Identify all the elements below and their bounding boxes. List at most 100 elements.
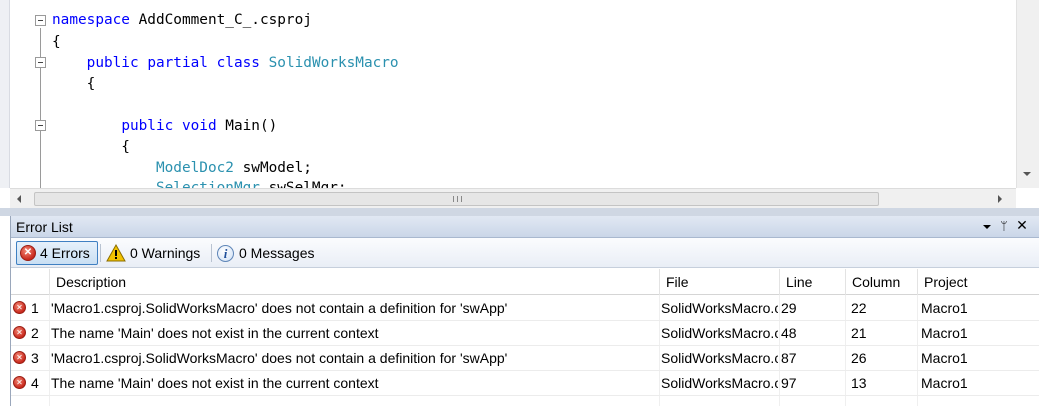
code-line: { xyxy=(52,137,130,157)
row-description: The name 'Main' does not exist in the cu… xyxy=(51,325,379,341)
row-line: 48 xyxy=(781,325,797,341)
row-file: SolidWorksMacro.cs xyxy=(661,325,778,341)
collapse-namespace-icon[interactable] xyxy=(35,15,46,26)
row-column: 22 xyxy=(851,300,867,316)
error-icon: ✕ xyxy=(13,351,26,364)
table-header-row: Description File Line Column Project xyxy=(11,269,1039,295)
table-row[interactable]: ✕ 2 The name 'Main' does not exist in th… xyxy=(11,321,1039,346)
row-number: 4 xyxy=(31,375,39,391)
error-table: Description File Line Column Project ✕ 1… xyxy=(11,269,1039,406)
messages-filter-label: 0 Messages xyxy=(239,245,315,261)
warnings-filter-label: 0 Warnings xyxy=(130,245,201,261)
pane-splitter[interactable] xyxy=(0,208,1039,216)
code-text: Main() xyxy=(216,118,278,134)
row-project: Macro1 xyxy=(921,350,968,366)
code-keyword: public xyxy=(121,118,174,134)
code-type-name: ModelDoc2 xyxy=(155,160,234,176)
row-file: SolidWorksMacro.cs xyxy=(661,300,778,316)
row-file: SolidWorksMacro.cs xyxy=(661,350,778,366)
row-description: The name 'Main' does not exist in the cu… xyxy=(51,375,379,391)
code-text: swSelMgr; xyxy=(259,180,347,188)
warning-icon xyxy=(106,244,126,262)
horizontal-scrollbar[interactable] xyxy=(10,188,1016,208)
errors-filter-button[interactable]: ✕ 4 Errors xyxy=(16,241,98,265)
column-header-file[interactable]: File xyxy=(659,269,779,295)
code-text: AddComment_C_.csproj xyxy=(129,12,312,28)
outline-guide-line xyxy=(40,28,41,188)
row-description: 'Macro1.csproj.SolidWorksMacro' does not… xyxy=(51,350,508,366)
collapse-method-icon[interactable] xyxy=(35,120,46,131)
code-editor[interactable]: namespace AddComment_C_.csproj { public … xyxy=(0,0,1039,210)
row-number: 2 xyxy=(31,325,39,341)
row-description: 'Macro1.csproj.SolidWorksMacro' does not… xyxy=(51,300,508,316)
column-header-line[interactable]: Line xyxy=(779,269,845,295)
scroll-left-arrow-icon[interactable] xyxy=(17,195,21,203)
error-filter-toolbar: ✕ 4 Errors 0 Warnings i 0 Messages xyxy=(11,238,1039,268)
code-text: { xyxy=(52,139,130,155)
info-icon: i xyxy=(217,244,234,262)
panel-title-bar[interactable]: Error List ᛘ ✕ xyxy=(11,216,1039,238)
code-text: { xyxy=(52,76,96,92)
scroll-grip-icon xyxy=(453,196,462,202)
column-header-icon[interactable] xyxy=(11,269,49,295)
window-position-dropdown-icon[interactable] xyxy=(979,218,995,234)
close-icon[interactable]: ✕ xyxy=(1014,218,1030,234)
code-text: swModel; xyxy=(233,160,312,176)
code-keyword: public xyxy=(86,55,139,71)
editor-margin xyxy=(0,0,10,188)
row-column: 21 xyxy=(851,325,867,341)
code-text-area[interactable]: namespace AddComment_C_.csproj { public … xyxy=(52,0,1014,188)
error-icon: ✕ xyxy=(13,326,26,339)
code-line: { xyxy=(52,32,61,52)
row-line: 29 xyxy=(781,300,797,316)
horizontal-scroll-thumb[interactable] xyxy=(34,192,879,206)
table-row[interactable]: ✕ 1 'Macro1.csproj.SolidWorksMacro' does… xyxy=(11,296,1039,321)
code-text: { xyxy=(52,34,61,50)
errors-filter-label: 4 Errors xyxy=(40,245,90,261)
row-file: SolidWorksMacro.cs xyxy=(661,375,778,391)
column-header-description[interactable]: Description xyxy=(49,269,659,295)
toolbar-separator xyxy=(211,244,212,262)
scroll-right-arrow-icon[interactable] xyxy=(998,195,1002,203)
code-keyword: class xyxy=(216,55,260,71)
error-icon: ✕ xyxy=(20,245,36,261)
code-line: { xyxy=(52,74,96,94)
error-icon: ✕ xyxy=(13,301,26,314)
table-row[interactable]: ✕ 3 'Macro1.csproj.SolidWorksMacro' does… xyxy=(11,346,1039,371)
row-number: 3 xyxy=(31,350,39,366)
vertical-scrollbar[interactable] xyxy=(1016,0,1039,188)
code-keyword: partial xyxy=(147,55,208,71)
error-icon: ✕ xyxy=(13,376,26,389)
code-type-name: SolidWorksMacro xyxy=(268,55,399,71)
row-line: 97 xyxy=(781,375,797,391)
row-project: Macro1 xyxy=(921,375,968,391)
code-line: ModelDoc2 swModel; xyxy=(52,158,312,178)
code-line: SelectionMgr swSelMgr; xyxy=(52,178,347,188)
scroll-down-arrow-icon[interactable] xyxy=(1023,172,1031,176)
column-header-column[interactable]: Column xyxy=(845,269,917,295)
code-keyword: namespace xyxy=(52,12,130,28)
toolbar-separator xyxy=(100,244,101,262)
row-line: 87 xyxy=(781,350,797,366)
table-row[interactable]: ✕ 4 The name 'Main' does not exist in th… xyxy=(11,371,1039,396)
column-header-project[interactable]: Project xyxy=(917,269,1039,295)
messages-filter-button[interactable]: i 0 Messages xyxy=(214,241,324,265)
code-line: public void Main() xyxy=(52,116,277,136)
warnings-filter-button[interactable]: 0 Warnings xyxy=(103,241,209,265)
code-line: public partial class SolidWorksMacro xyxy=(52,53,399,73)
row-number: 1 xyxy=(31,300,39,316)
auto-hide-pin-icon[interactable]: ᛘ xyxy=(996,218,1012,234)
row-column: 26 xyxy=(851,350,867,366)
row-project: Macro1 xyxy=(921,300,968,316)
row-column: 13 xyxy=(851,375,867,391)
panel-title: Error List xyxy=(16,219,73,235)
collapse-class-icon[interactable] xyxy=(35,57,46,68)
